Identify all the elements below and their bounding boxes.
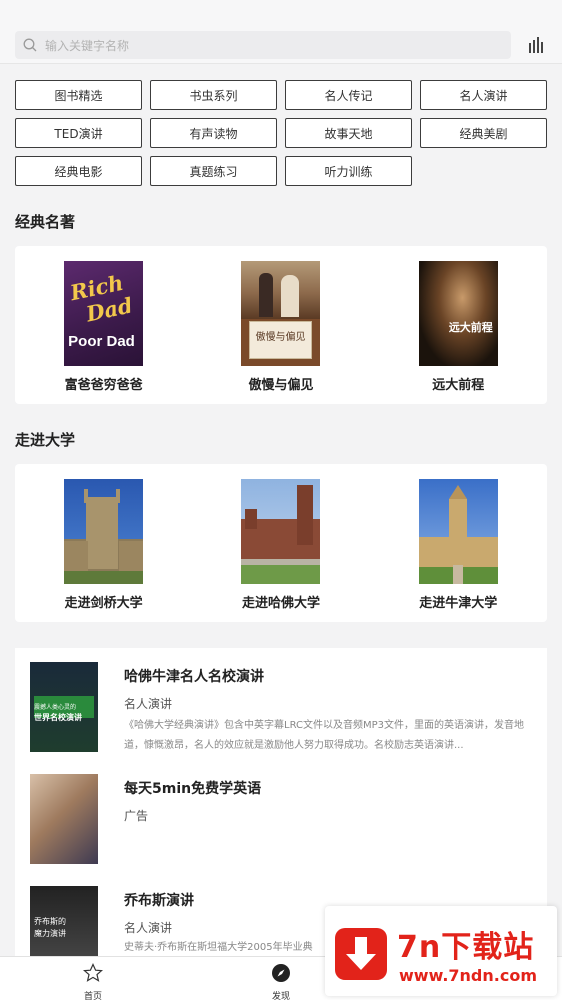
top-bar: 输入关键字名称 (0, 0, 562, 64)
book-item[interactable]: 远大前程 远大前程 (403, 261, 513, 393)
cover-figure (281, 275, 300, 317)
cover-figure (259, 273, 274, 317)
category-tag[interactable]: 有声读物 (150, 118, 277, 148)
search-bar[interactable]: 输入关键字名称 (15, 31, 511, 59)
book-title: 走进牛津大学 (419, 596, 498, 611)
book-cover: Rich Dad Poor Dad (64, 261, 144, 366)
book-cover (241, 479, 321, 584)
category-tag[interactable]: 真题练习 (150, 156, 277, 186)
watermark-url: www.7ndn.com (399, 966, 537, 985)
college-illustration (418, 485, 498, 584)
book-item[interactable]: 走进牛津大学 (403, 479, 513, 611)
book-title: 走进哈佛大学 (241, 596, 320, 611)
item-title: 乔布斯演讲 (124, 893, 194, 909)
section-title-classics: 经典名著 (15, 213, 76, 231)
category-tag[interactable]: 故事天地 (285, 118, 412, 148)
item-category: 名人演讲 (124, 697, 173, 711)
download-logo-icon (335, 928, 387, 980)
search-placeholder: 输入关键字名称 (45, 38, 130, 53)
category-tag[interactable]: TED演讲 (15, 118, 142, 148)
book-title: 走进剑桥大学 (64, 596, 143, 611)
book-item[interactable]: Rich Dad Poor Dad 富爸爸穷爸爸 (49, 261, 159, 393)
item-thumbnail: 震撼人类心灵的 世界名校演讲 (30, 662, 98, 752)
cover-text: Poor Dad (68, 333, 135, 350)
book-item[interactable]: 傲慢与偏见 傲慢与偏见 (226, 261, 336, 393)
thumb-text: 震撼人类心灵的 (34, 704, 77, 711)
category-tag[interactable]: 名人传记 (285, 80, 412, 110)
category-tag[interactable]: 经典美剧 (420, 118, 547, 148)
cover-text: 远大前程 (448, 321, 493, 334)
college-illustration (241, 485, 321, 584)
compass-icon (272, 964, 290, 982)
category-tag[interactable]: 书虫系列 (150, 80, 277, 110)
book-cover: 远大前程 (418, 261, 498, 366)
site-watermark: 7n下载站 www.7ndn.com (325, 906, 557, 996)
list-item-ad[interactable]: 每天5min免费学英语 广告 (30, 774, 535, 869)
stats-icon[interactable] (528, 37, 546, 53)
category-tag[interactable]: 图书精选 (15, 80, 142, 110)
search-icon (23, 38, 37, 52)
book-cover (418, 479, 498, 584)
item-category: 广告 (124, 809, 149, 823)
item-thumbnail: 乔布斯的 魔力演讲 (30, 886, 98, 958)
book-cover (64, 479, 144, 584)
book-title: 远大前程 (432, 378, 485, 393)
university-card: 走进剑桥大学 走进哈佛大学 走进牛津大学 (15, 464, 547, 622)
thumb-text: 魔力演讲 (34, 929, 66, 938)
book-item[interactable]: 走进哈佛大学 (226, 479, 336, 611)
college-illustration (64, 489, 144, 584)
category-tag[interactable]: 名人演讲 (420, 80, 547, 110)
thumb-text: 乔布斯的 (34, 917, 66, 926)
cover-text: 傲慢与偏见 (255, 332, 306, 343)
list-item[interactable]: 震撼人类心灵的 世界名校演讲 哈佛牛津名人名校演讲 名人演讲 《哈佛大学经典演讲… (30, 662, 535, 757)
book-item[interactable]: 走进剑桥大学 (49, 479, 159, 611)
item-thumbnail (30, 774, 98, 864)
category-grid: 图书精选 书虫系列 名人传记 名人演讲 TED演讲 有声读物 故事天地 经典美剧… (15, 80, 547, 186)
category-tag[interactable]: 听力训练 (285, 156, 412, 186)
tab-label: 首页 (83, 992, 102, 1000)
book-title: 傲慢与偏见 (248, 378, 314, 393)
book-title: 富爸爸穷爸爸 (64, 378, 143, 393)
item-description: 史蒂夫·乔布斯在斯坦福大学2005年毕业典 (124, 942, 313, 953)
item-category: 名人演讲 (124, 921, 173, 935)
classics-card: Rich Dad Poor Dad 富爸爸穷爸爸 傲慢与偏见 傲慢与偏见 远大前… (15, 246, 547, 404)
category-tag[interactable]: 经典电影 (15, 156, 142, 186)
item-title: 哈佛牛津名人名校演讲 (124, 669, 264, 685)
item-description: 《哈佛大学经典演讲》包含中英字幕LRC文件以及音频MP3文件，里面的英语演讲，发… (124, 720, 525, 751)
tab-label: 发现 (271, 992, 290, 1000)
book-cover: 傲慢与偏见 (241, 261, 321, 366)
tab-discover[interactable]: 发现 (251, 963, 311, 1000)
star-icon (82, 963, 104, 982)
thumb-text: 世界名校演讲 (34, 713, 82, 722)
section-title-university: 走进大学 (15, 431, 76, 449)
watermark-name: 7n下载站 (397, 930, 535, 965)
tab-home[interactable]: 首页 (63, 963, 123, 1000)
item-title: 每天5min免费学英语 (124, 781, 262, 797)
